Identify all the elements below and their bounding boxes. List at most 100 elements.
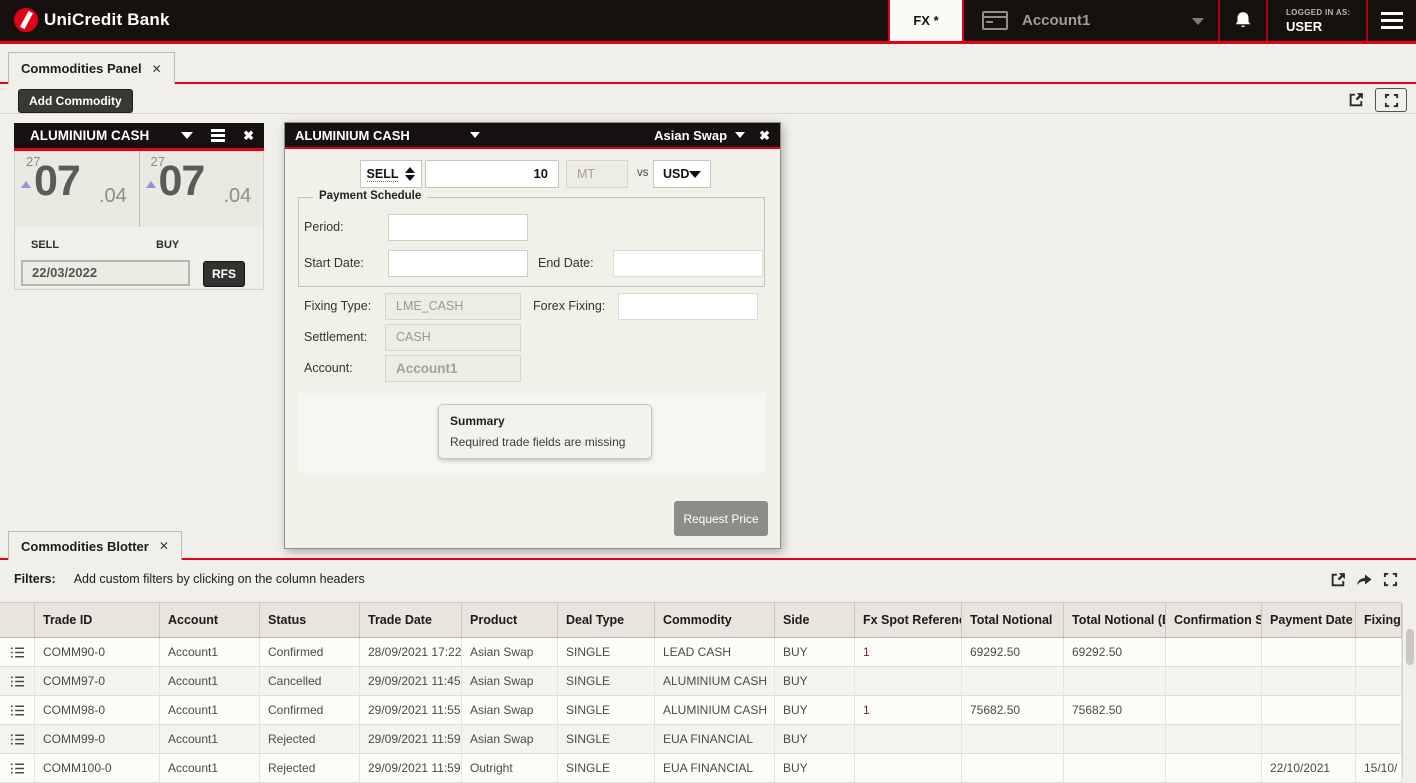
table-cell: Asian Swap xyxy=(462,696,558,724)
table-cell: EUA FINANCIAL xyxy=(655,754,775,782)
chevron-down-icon xyxy=(689,171,701,178)
table-cell: SINGLE xyxy=(558,725,655,753)
table-row[interactable]: COMM100-0Account1Rejected29/09/2021 11:5… xyxy=(0,754,1402,783)
column-header[interactable]: Fixing Da xyxy=(1356,603,1402,637)
period-input[interactable] xyxy=(388,214,528,241)
table-row[interactable]: COMM90-0Account1Confirmed28/09/2021 17:2… xyxy=(0,638,1402,667)
table-cell: 1 xyxy=(855,638,962,666)
fullscreen-icon xyxy=(1384,93,1399,108)
divider xyxy=(0,113,1416,114)
column-header[interactable]: Account xyxy=(160,603,260,637)
fullscreen-icon[interactable] xyxy=(1383,572,1398,587)
price-widget-header: ALUMINIUM CASH ✖ xyxy=(14,123,264,151)
side-spinner-icon xyxy=(405,167,415,181)
row-menu-icon[interactable] xyxy=(0,638,35,666)
logged-in-label: LOGGED IN AS: xyxy=(1286,8,1366,17)
close-icon[interactable]: ✕ xyxy=(159,539,169,553)
table-cell: Asian Swap xyxy=(462,638,558,666)
chevron-down-icon[interactable] xyxy=(735,132,745,138)
chevron-down-icon[interactable] xyxy=(470,132,480,138)
row-menu-icon[interactable] xyxy=(0,754,35,782)
column-header[interactable]: Total Notional (E xyxy=(1064,603,1166,637)
close-icon[interactable]: ✖ xyxy=(243,129,254,142)
currency-dropdown[interactable]: USD xyxy=(653,160,711,188)
column-header[interactable]: Deal Type xyxy=(558,603,655,637)
buy-price-button[interactable]: 27 07 .04 xyxy=(140,151,264,227)
table-cell: 15/10/ xyxy=(1356,754,1402,782)
table-cell: COMM98-0 xyxy=(35,696,160,724)
request-price-button[interactable]: Request Price xyxy=(674,501,768,536)
row-menu-icon[interactable] xyxy=(0,725,35,753)
deal-type-selector[interactable]: Asian Swap xyxy=(654,128,727,143)
table-cell xyxy=(1064,725,1166,753)
tab-commodities-panel[interactable]: Commodities Panel ✕ xyxy=(8,52,175,84)
fullscreen-button[interactable] xyxy=(1375,88,1407,112)
table-cell: 29/09/2021 11:59: xyxy=(360,725,462,753)
notifications-button[interactable] xyxy=(1220,0,1266,41)
widget-menu-icon[interactable] xyxy=(211,129,225,142)
row-menu-icon[interactable] xyxy=(0,696,35,724)
blotter-body: COMM90-0Account1Confirmed28/09/2021 17:2… xyxy=(0,638,1402,783)
scrollbar-thumb[interactable] xyxy=(1406,629,1414,665)
chevron-down-icon[interactable] xyxy=(181,132,193,139)
price-widget-aluminium-cash: ALUMINIUM CASH ✖ 27 07 .04 27 07 .04 SEL… xyxy=(14,123,264,290)
column-header[interactable]: Total Notional xyxy=(962,603,1064,637)
logged-in-panel: LOGGED IN AS: USER xyxy=(1268,0,1366,41)
column-header[interactable]: Side xyxy=(775,603,855,637)
table-scrollbar[interactable] xyxy=(1402,603,1416,777)
table-cell: BUY xyxy=(775,725,855,753)
table-cell: Asian Swap xyxy=(462,667,558,695)
table-cell: BUY xyxy=(775,696,855,724)
add-commodity-button[interactable]: Add Commodity xyxy=(18,89,133,113)
column-header[interactable]: Confirmation Sta xyxy=(1166,603,1262,637)
table-cell xyxy=(1356,667,1402,695)
close-icon[interactable]: ✕ xyxy=(152,62,162,76)
table-cell: ALUMINIUM CASH xyxy=(655,696,775,724)
table-cell: LEAD CASH xyxy=(655,638,775,666)
column-header[interactable]: Commodity xyxy=(655,603,775,637)
table-cell: Rejected xyxy=(260,725,360,753)
row-menu-icon[interactable] xyxy=(0,667,35,695)
end-date-input[interactable] xyxy=(613,250,763,277)
tab-label: Commodities Blotter xyxy=(21,539,149,554)
ticket-header: ALUMINIUM CASH Asian Swap ✖ xyxy=(285,123,780,149)
account-label: Account: xyxy=(304,361,353,375)
tab-label: Commodities Panel xyxy=(21,61,142,76)
amount-input[interactable]: 10 xyxy=(425,160,559,188)
column-header[interactable]: Product xyxy=(462,603,558,637)
open-in-new-window-icon[interactable] xyxy=(1348,91,1365,108)
table-cell: COMM97-0 xyxy=(35,667,160,695)
sell-price-pips: .04 xyxy=(99,185,127,208)
table-cell xyxy=(1064,667,1166,695)
table-cell xyxy=(1166,696,1262,724)
rfs-button[interactable]: RFS xyxy=(203,261,245,287)
export-share-icon[interactable] xyxy=(1355,571,1373,588)
table-cell: 75682.50 xyxy=(1064,696,1166,724)
tab-commodities-blotter[interactable]: Commodities Blotter ✕ xyxy=(8,531,182,560)
column-header[interactable]: Payment Date xyxy=(1262,603,1356,637)
table-row[interactable]: COMM98-0Account1Confirmed29/09/2021 11:5… xyxy=(0,696,1402,725)
start-date-input[interactable] xyxy=(388,250,528,277)
table-cell: Cancelled xyxy=(260,667,360,695)
side-toggle[interactable]: SELL xyxy=(360,160,422,188)
column-header[interactable]: Trade Date xyxy=(360,603,462,637)
column-header[interactable]: Status xyxy=(260,603,360,637)
sell-price-button[interactable]: 27 07 .04 xyxy=(15,151,140,227)
account-selector[interactable]: Account1 xyxy=(966,0,1218,41)
filters-row: Filters:Add custom filters by clicking o… xyxy=(14,572,365,586)
close-icon[interactable]: ✖ xyxy=(759,129,770,142)
summary-title: Summary xyxy=(450,414,640,428)
fx-workspace-tab[interactable]: FX * xyxy=(888,0,964,41)
table-cell xyxy=(1166,638,1262,666)
table-row[interactable]: COMM97-0Account1Cancelled29/09/2021 11:4… xyxy=(0,667,1402,696)
open-in-new-window-icon[interactable] xyxy=(1330,571,1347,588)
table-row[interactable]: COMM99-0Account1Rejected29/09/2021 11:59… xyxy=(0,725,1402,754)
main-menu-button[interactable] xyxy=(1368,0,1416,41)
column-header[interactable]: Fx Spot Referenc xyxy=(855,603,962,637)
table-cell xyxy=(1166,667,1262,695)
unit-field: MT xyxy=(566,160,628,188)
column-header[interactable]: Trade ID xyxy=(35,603,160,637)
settlement-date-input[interactable]: 22/03/2022 xyxy=(21,260,190,286)
top-bar: UniCredit Bank FX * Account1 LOGGED IN A… xyxy=(0,0,1416,41)
forex-fixing-input[interactable] xyxy=(618,293,758,320)
